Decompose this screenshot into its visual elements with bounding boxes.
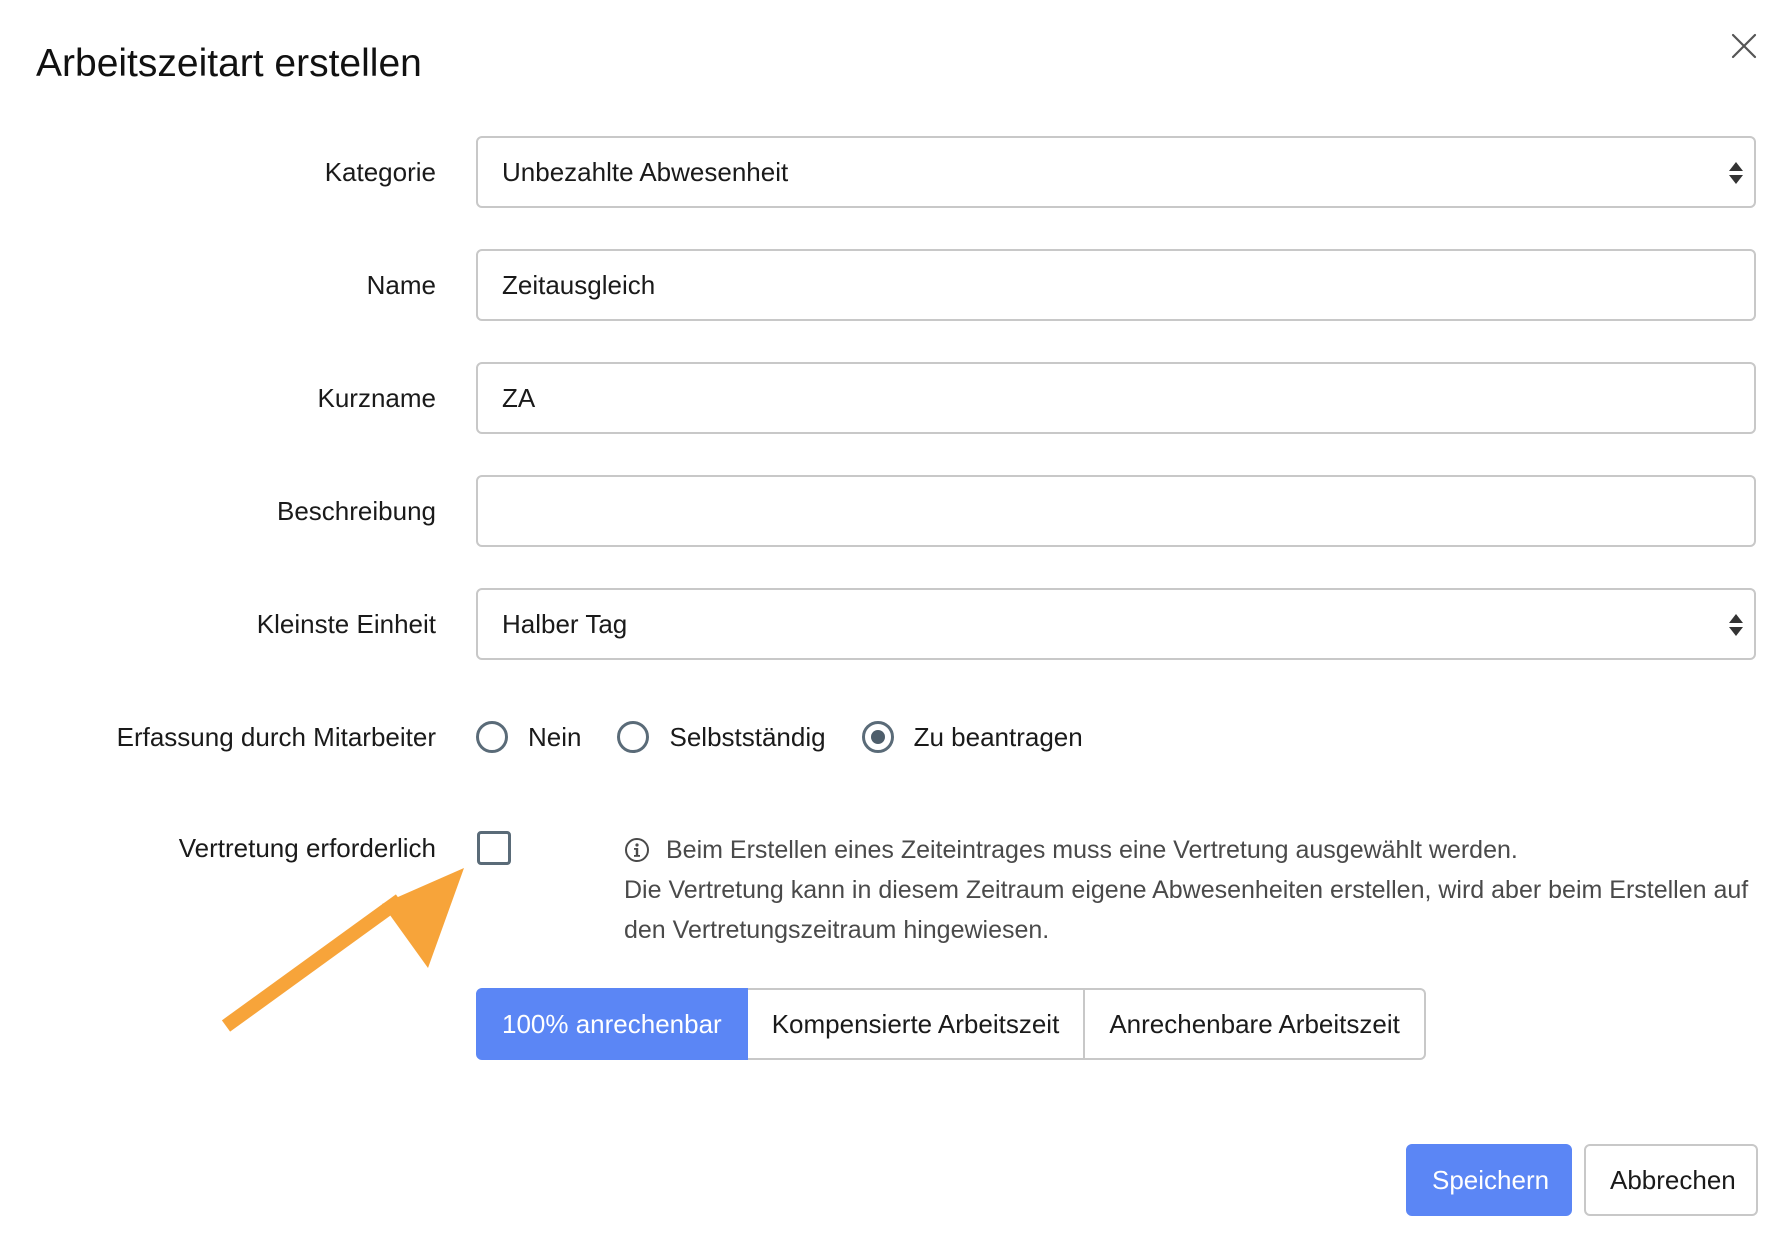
radio-selbststaendig-circle[interactable] bbox=[617, 721, 650, 753]
kleinste-einheit-select[interactable]: Halber Tag bbox=[476, 588, 1756, 660]
kurzname-input-value: ZA bbox=[502, 383, 536, 413]
close-icon[interactable] bbox=[1724, 26, 1764, 66]
form-row-erfassung: Erfassung durch Mitarbeiter Nein Selbsts… bbox=[0, 701, 1784, 773]
kategorie-selected-value: Unbezahlte Abwesenheit bbox=[502, 157, 789, 187]
form-row-name: Name Zeitausgleich bbox=[0, 249, 1784, 321]
kurzname-label: Kurzname bbox=[317, 383, 437, 413]
cancel-button[interactable]: Abbrechen bbox=[1584, 1144, 1758, 1216]
seg-100-anrechenbar[interactable]: 100% anrechenbar bbox=[476, 988, 748, 1060]
kleinste-einheit-selected-value: Halber Tag bbox=[502, 609, 628, 639]
radio-nein[interactable]: Nein bbox=[476, 721, 581, 753]
info-icon bbox=[625, 838, 649, 862]
form-row-kurzname: Kurzname ZA bbox=[0, 362, 1784, 434]
radio-zu-beantragen-circle[interactable] bbox=[861, 721, 894, 753]
select-arrows-icon bbox=[1729, 614, 1743, 636]
dialog-title: Arbeitszeitart erstellen bbox=[36, 42, 422, 85]
name-label: Name bbox=[366, 270, 436, 300]
erfassung-radio-group: Nein Selbstständig Zu beantragen bbox=[476, 701, 1119, 773]
radio-selbststaendig-label: Selbstständig bbox=[669, 721, 826, 752]
beschreibung-label: Beschreibung bbox=[277, 496, 436, 526]
vertretung-info-text: Beim Erstellen eines Zeiteintrages muss … bbox=[624, 830, 1754, 950]
seg-kompensierte-arbeitszeit[interactable]: Kompensierte Arbeitszeit bbox=[747, 988, 1086, 1060]
vertretung-checkbox[interactable] bbox=[477, 831, 511, 865]
seg-anrechenbare-arbeitszeit[interactable]: Anrechenbare Arbeitszeit bbox=[1085, 988, 1426, 1060]
info-line-2: Die Vertretung kann in diesem Zeitraum e… bbox=[624, 876, 1749, 944]
radio-selbststaendig[interactable]: Selbstständig bbox=[617, 721, 826, 753]
kategorie-label: Kategorie bbox=[324, 157, 436, 187]
radio-nein-label: Nein bbox=[528, 721, 582, 752]
create-work-time-type-dialog: Arbeitszeitart erstellen Kategorie Unbez… bbox=[0, 0, 1784, 1238]
radio-zu-beantragen[interactable]: Zu beantragen bbox=[861, 721, 1083, 753]
anrechnung-segmented-control: 100% anrechenbar Kompensierte Arbeitszei… bbox=[476, 988, 1426, 1060]
erfassung-label: Erfassung durch Mitarbeiter bbox=[116, 722, 436, 752]
form-row-beschreibung: Beschreibung bbox=[0, 475, 1784, 547]
kleinste-einheit-label: Kleinste Einheit bbox=[256, 609, 436, 639]
annotation-arrow-icon bbox=[221, 868, 464, 1032]
form-row-kategorie: Kategorie Unbezahlte Abwesenheit bbox=[0, 136, 1784, 208]
select-arrows-icon bbox=[1729, 162, 1743, 184]
kategorie-select[interactable]: Unbezahlte Abwesenheit bbox=[476, 136, 1756, 208]
kurzname-input[interactable]: ZA bbox=[476, 362, 1756, 434]
beschreibung-input[interactable] bbox=[476, 475, 1756, 547]
name-input-value: Zeitausgleich bbox=[502, 270, 656, 300]
name-input[interactable]: Zeitausgleich bbox=[476, 249, 1756, 321]
radio-zu-beantragen-label: Zu beantragen bbox=[913, 721, 1083, 752]
info-line-1: Beim Erstellen eines Zeiteintrages muss … bbox=[666, 836, 1518, 864]
form-row-kleinste-einheit: Kleinste Einheit Halber Tag bbox=[0, 588, 1784, 660]
save-button[interactable]: Speichern bbox=[1406, 1144, 1572, 1216]
radio-nein-circle[interactable] bbox=[476, 721, 508, 753]
